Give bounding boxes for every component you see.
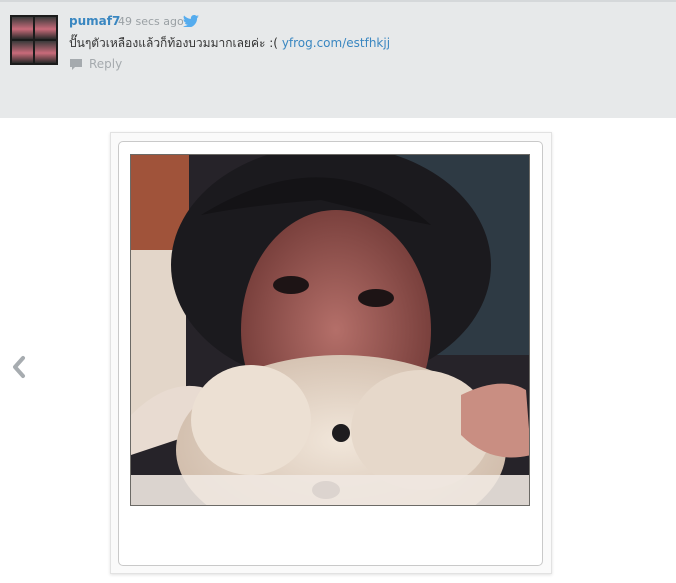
avatar[interactable] [10, 15, 58, 65]
photo-image[interactable] [130, 154, 530, 506]
tweet-body: ปั๊นๆตัวเหลืองแล้วก็ท้องบวมมากเลยค่ะ :( [69, 36, 278, 50]
twitter-bird-icon [183, 15, 199, 27]
avatar-photo-2 [35, 17, 56, 39]
reply-label: Reply [89, 57, 123, 71]
tweet-item: pumaf7 49 secs ago ปั๊นๆตัวเหลืองแล้วก็ท… [0, 0, 676, 118]
tweet-link[interactable]: yfrog.com/estfhkjj [282, 36, 390, 50]
username-link[interactable]: pumaf7 [69, 14, 120, 28]
reply-button[interactable]: Reply [69, 57, 122, 71]
tweet-text: ปั๊นๆตัวเหลืองแล้วก็ท้องบวมมากเลยค่ะ :( … [69, 34, 390, 53]
avatar-photo-3 [12, 41, 33, 63]
avatar-photo-4 [35, 41, 56, 63]
reply-icon [70, 58, 82, 70]
avatar-photo-1 [12, 17, 33, 39]
timestamp[interactable]: 49 secs ago [118, 15, 184, 28]
photo-illustration [131, 155, 529, 505]
chevron-left-icon[interactable] [8, 352, 30, 382]
